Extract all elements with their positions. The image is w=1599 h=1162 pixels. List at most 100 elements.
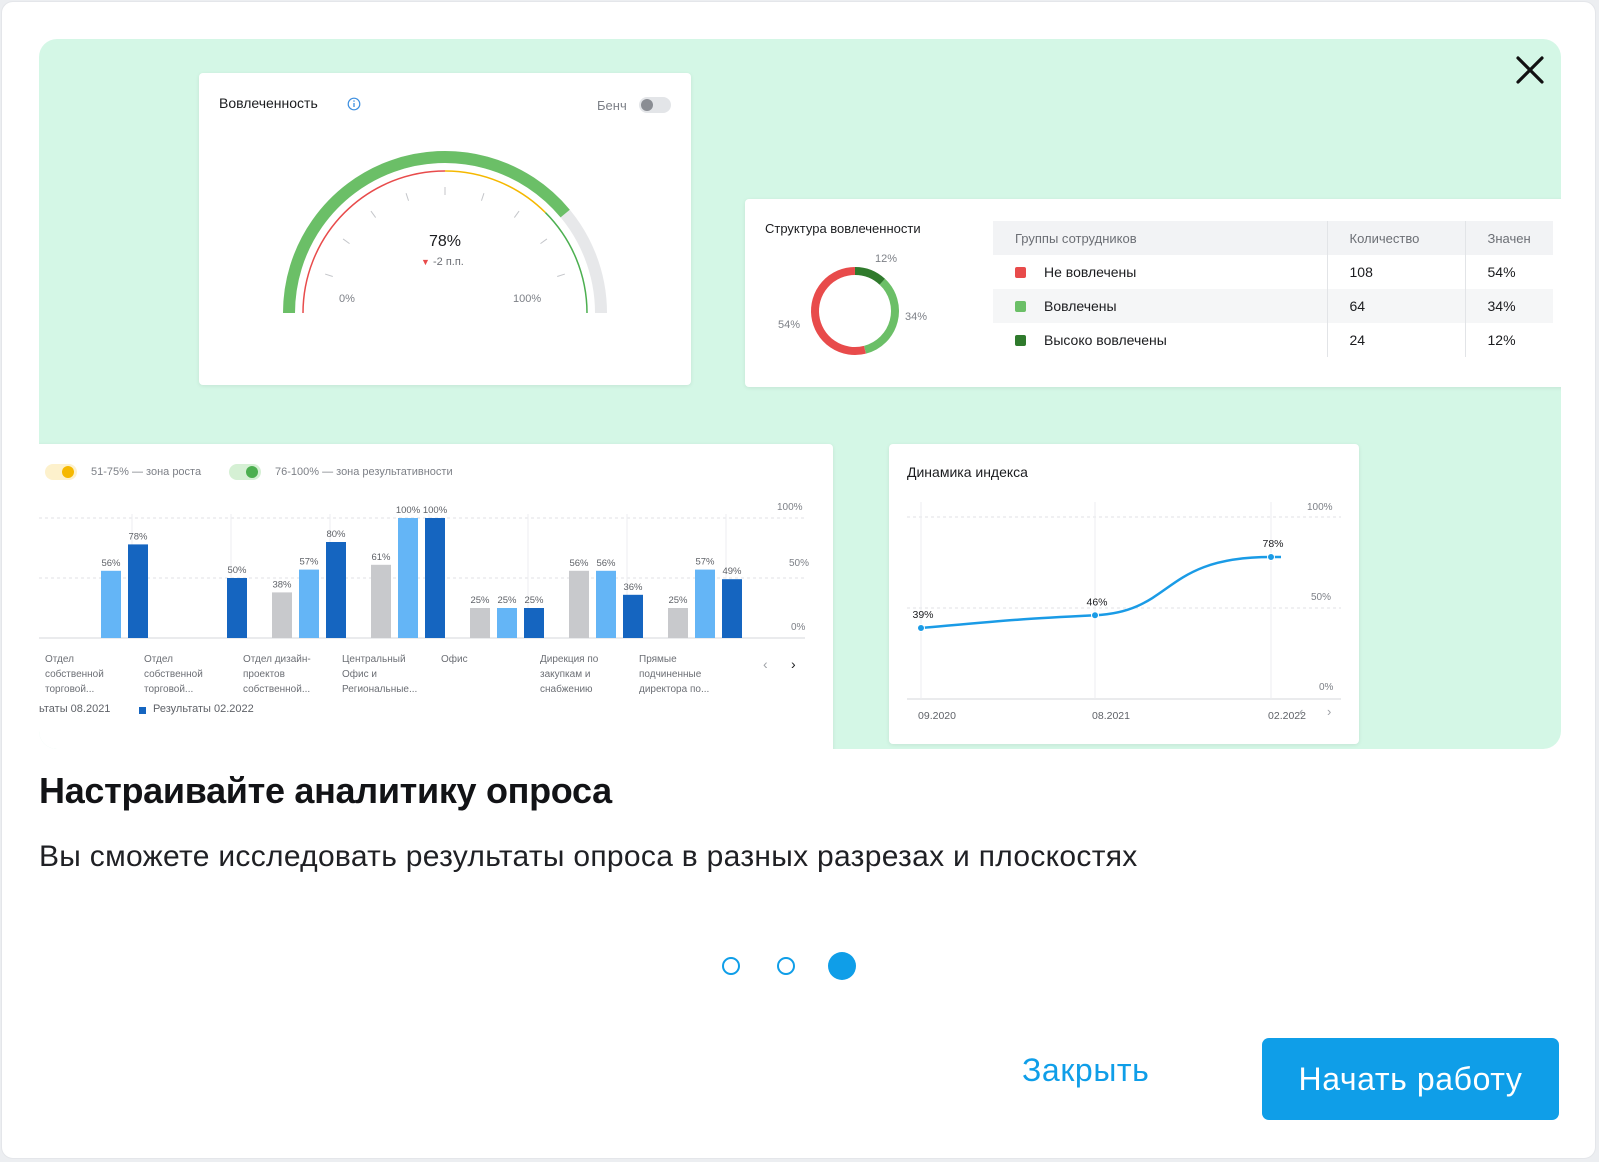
index-point-label: 39% — [912, 609, 933, 621]
bars-next-icon[interactable]: › — [791, 656, 796, 672]
bar-value-label: 100% — [396, 505, 421, 516]
bar — [425, 518, 445, 638]
category-label: снабжению — [540, 683, 593, 695]
donut-label-engaged: 34% — [905, 311, 928, 323]
structure-table: Группы сотрудников Количество Значен Не … — [993, 221, 1553, 357]
bar — [272, 592, 292, 638]
close-icon[interactable] — [1511, 51, 1549, 89]
department-bars-card: 51-75% — зона роста 76-100% — зона резул… — [39, 444, 833, 749]
red-square-icon — [1015, 267, 1026, 278]
gauge-min-label: 0% — [339, 293, 355, 305]
gauge-tick — [370, 210, 377, 218]
bars-prev-icon[interactable]: ‹ — [763, 656, 768, 672]
bar-value-label: 56% — [569, 558, 589, 569]
group-label: Вовлечены — [1044, 298, 1117, 314]
donut-slice — [854, 267, 886, 285]
pager-dot-1[interactable] — [722, 957, 740, 975]
category-label: Отдел — [144, 654, 173, 665]
headline: Настраивайте аналитику опроса — [39, 770, 612, 811]
gauge-tick — [325, 273, 333, 278]
down-arrow-icon: ▼ — [421, 257, 430, 267]
bar — [695, 569, 715, 638]
group-cell: Не вовлечены — [993, 255, 1328, 289]
line-axis-50: 50% — [1311, 592, 1332, 603]
engagement-gauge-card: Вовлеченность Бенч 78% ▼ -2 п.п. 0% 100% — [199, 73, 691, 385]
engagement-structure-card: Структура вовлеченности 12% 34% 54% Груп… — [745, 199, 1561, 387]
bar — [722, 579, 742, 638]
table-header: Группы сотрудников Количество Значен — [993, 221, 1553, 255]
bars-axis-50: 50% — [789, 558, 810, 569]
pager-dot-2[interactable] — [777, 957, 795, 975]
line-next-icon[interactable]: › — [1327, 704, 1331, 719]
bar-value-label: 38% — [272, 579, 292, 590]
bar — [398, 518, 418, 638]
value-cell: 34% — [1465, 289, 1553, 323]
gauge-tick — [557, 273, 565, 278]
value-cell: 54% — [1487, 264, 1516, 280]
category-label: Отдел — [45, 654, 74, 665]
gauge-chart — [283, 151, 607, 314]
index-dynamics-card: Динамика индекса 39% 09.2020 46% 08.2021 78%… — [889, 444, 1359, 744]
bar — [524, 608, 544, 638]
bars-axis-0: 0% — [791, 622, 806, 633]
bar — [227, 578, 247, 638]
bar-value-label: 56% — [101, 558, 121, 569]
gauge-tick — [480, 193, 485, 201]
dark-green-square-icon — [1015, 335, 1026, 346]
count-cell: 108 — [1327, 255, 1466, 289]
green-square-icon — [1015, 301, 1026, 312]
table-row: Не вовлечены 108 54% — [993, 255, 1553, 289]
gauge-value: 78% — [428, 233, 462, 250]
donut-slice — [811, 267, 866, 355]
gauge-max-label: 100% — [513, 293, 542, 305]
bar-value-label: 57% — [695, 557, 715, 568]
bar-value-label: 25% — [497, 595, 517, 606]
line-axis-100: 100% — [1307, 502, 1333, 513]
gauge-tick — [513, 210, 520, 218]
close-button[interactable]: Закрыть — [1022, 1040, 1192, 1100]
value-cell: 12% — [1487, 332, 1516, 348]
table-row: Высоко вовлечены 24 12% — [993, 323, 1553, 357]
bar-value-label: 50% — [227, 565, 247, 576]
hero-illustration: Вовлеченность Бенч 78% ▼ -2 п.п. 0% 100%… — [39, 39, 1561, 749]
legend-curr-swatch — [139, 707, 146, 714]
bar-value-label: 49% — [722, 566, 742, 577]
category-label: Отдел дизайн- — [243, 654, 311, 665]
bar-value-label: 56% — [596, 558, 616, 569]
gauge-delta: ▼ -2 п.п. — [421, 256, 464, 268]
line-axis-0: 0% — [1319, 682, 1334, 693]
category-label: проектов — [243, 669, 285, 680]
bar-value-label: 25% — [668, 595, 688, 606]
legend-prev: ьтаты 08.2021 — [39, 703, 111, 715]
index-line — [920, 555, 1281, 630]
category-label: Офис — [441, 653, 468, 665]
bar-value-label: 78% — [128, 531, 148, 542]
index-point — [1091, 611, 1099, 620]
bar-value-label: 80% — [326, 529, 346, 540]
pager-dot-3-active[interactable] — [828, 952, 856, 980]
col-groups: Группы сотрудников — [993, 221, 1328, 255]
bar-value-label: 25% — [470, 595, 490, 606]
index-point — [1267, 553, 1275, 562]
col-value: Значен — [1465, 221, 1553, 255]
category-label: Прямые — [639, 654, 677, 665]
category-label: Офис и — [342, 668, 377, 680]
structure-title: Структура вовлеченности — [765, 221, 921, 236]
category-label: Центральный — [342, 654, 406, 665]
category-label: торговой... — [144, 684, 193, 695]
category-label: собственной — [144, 668, 203, 680]
pager-dots — [722, 952, 882, 982]
group-cell: Высоко вовлечены — [993, 323, 1328, 357]
start-button[interactable]: Начать работу — [1262, 1038, 1559, 1120]
index-point-label: 78% — [1262, 538, 1283, 550]
line-prev-icon[interactable]: ‹ — [1299, 704, 1303, 719]
group-label: Не вовлечены — [1044, 264, 1137, 280]
bar — [326, 542, 346, 638]
bar — [668, 608, 688, 638]
donut-label-not-engaged: 54% — [778, 319, 801, 331]
index-point-label: 46% — [1086, 596, 1107, 608]
bar-value-label: 36% — [623, 582, 643, 593]
x-tick-label: 08.2021 — [1092, 710, 1130, 722]
bar — [470, 608, 490, 638]
donut-slice — [863, 278, 899, 354]
